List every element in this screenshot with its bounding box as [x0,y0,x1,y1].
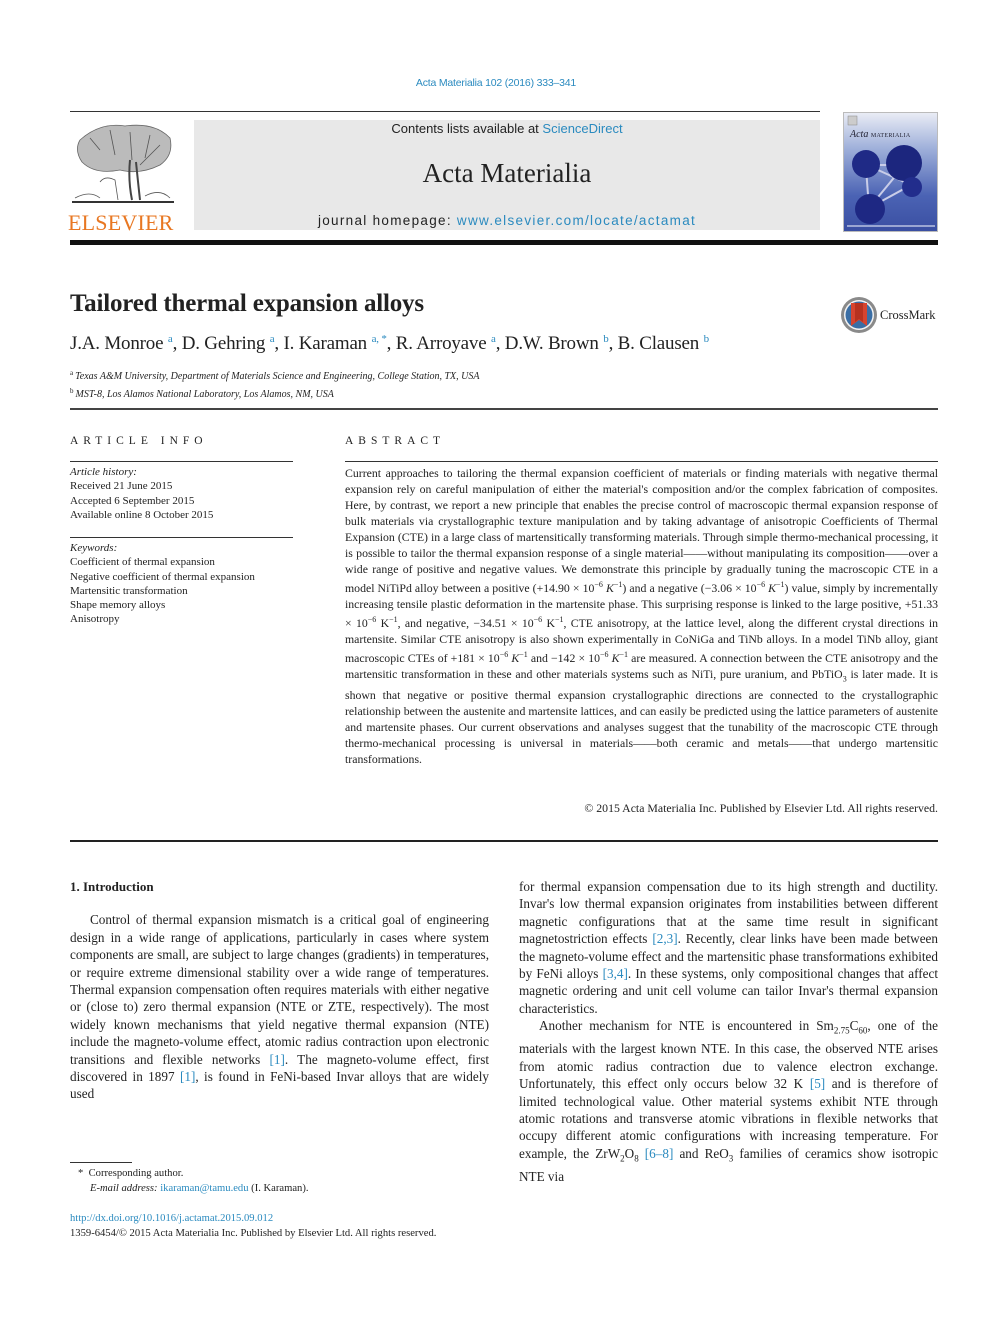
journal-homepage-link[interactable]: www.elsevier.com/locate/actamat [457,213,696,228]
author-name[interactable]: B. Clausen [618,333,700,354]
body-column-right: for thermal expansion compensation due t… [519,878,938,1185]
article-info-heading: ARTICLE INFO [70,435,208,447]
crossmark-label: CrossMark [880,308,936,322]
abstract-heading: ABSTRACT [345,435,446,447]
article-history-heading: Article history: [70,466,137,478]
accepted-date: Accepted 6 September 2015 [70,494,195,507]
elsevier-tree-icon [72,124,174,203]
author-name[interactable]: J.A. Monroe [70,333,164,354]
crossmark-icon [841,297,877,333]
section-heading-introduction: 1. Introduction [70,879,154,894]
reference-link[interactable]: [1] [180,1069,195,1084]
article-info-rule [70,461,293,462]
keyword: Shape memory alloys [70,599,166,612]
article-history: Article history: Received 21 June 2015 A… [70,465,213,522]
crossmark-button[interactable]: CrossMark [840,296,940,334]
affiliation-b: b MST-8, Los Alamos National Laboratory, … [70,387,334,400]
reference-link[interactable]: [5] [810,1076,825,1091]
affiliation-marker[interactable]: b [603,333,609,345]
keyword: Coefficient of thermal expansion [70,556,215,569]
abstract-text: Current approaches to tailoring the ther… [345,466,938,767]
elsevier-wordmark: ELSEVIER [68,210,174,235]
online-date: Available online 8 October 2015 [70,508,214,521]
author-name[interactable]: R. Arroyave [396,333,487,354]
cover-title: Acta MATERIALIA [850,129,911,140]
keywords: Keywords: Coefficient of thermal expansi… [70,541,255,627]
abstract-copyright: © 2015 Acta Materialia Inc. Published by… [584,801,938,815]
doi-block: http://dx.doi.org/10.1016/j.actamat.2015… [70,1211,436,1241]
affiliation-marker[interactable]: a, * [372,333,387,345]
author-name[interactable]: D. Gehring [182,333,266,354]
article-title: Tailored thermal expansion alloys [70,290,424,317]
sciencedirect-link[interactable]: ScienceDirect [542,121,622,136]
elsevier-logo[interactable]: ELSEVIER [68,120,183,235]
author-name[interactable]: D.W. Brown [505,333,599,354]
received-date: Received 21 June 2015 [70,480,173,493]
corresponding-author-footnote: * Corresponding author. E-mail address: … [78,1168,309,1194]
keyword: Martensitic transformation [70,584,188,597]
top-rule [70,111,820,112]
author-name[interactable]: I. Karaman [284,333,368,354]
affiliation-a: a Texas A&M University, Department of Mat… [70,369,480,382]
reference-link[interactable]: [2,3] [652,931,677,946]
author-list: J.A. Monroe a, D. Gehring a, I. Karaman … [70,333,710,354]
body-column-left: 1. Introduction Control of thermal expan… [70,878,489,1103]
issn-copyright: 1359-6454/© 2015 Acta Materialia Inc. Pu… [70,1228,437,1239]
abstract-end-rule [70,840,938,842]
header-rule [70,240,938,245]
abstract-rule [345,461,938,462]
author-email-link[interactable]: ikaraman@tamu.edu [160,1183,248,1194]
body-paragraph: Another mechanism for NTE is encountered… [519,1018,939,1184]
title-rule [70,408,938,410]
citation-link[interactable]: Acta Materialia 102 (2016) 333–341 [0,77,992,89]
footnote-rule [70,1162,132,1163]
reference-link[interactable]: [1] [270,1052,285,1067]
keywords-heading: Keywords: [70,542,118,554]
journal-cover-thumbnail[interactable]: Acta MATERIALIA [843,112,938,232]
affiliations: a Texas A&M University, Department of Mat… [70,366,480,402]
journal-title: Acta Materialia [422,158,592,188]
reference-link[interactable]: [6–8] [645,1146,674,1161]
body-paragraph: for thermal expansion compensation due t… [519,879,939,1016]
affiliation-marker[interactable]: b [704,333,710,345]
keywords-rule [70,537,293,538]
reference-link[interactable]: [3,4] [603,966,628,981]
keyword: Negative coefficient of thermal expansio… [70,570,255,583]
journal-masthead: Contents lists available at ScienceDirec… [194,120,820,230]
affiliation-marker[interactable]: a [270,333,275,345]
doi-link[interactable]: http://dx.doi.org/10.1016/j.actamat.2015… [70,1213,273,1224]
homepage-line: journal homepage: www.elsevier.com/locat… [317,213,697,228]
affiliation-marker[interactable]: a [168,333,173,345]
affiliation-marker[interactable]: a [491,333,496,345]
body-paragraph: Control of thermal expansion mismatch is… [70,912,489,1102]
keyword: Anisotropy [70,613,120,626]
contents-line: Contents lists available at ScienceDirec… [391,121,623,136]
